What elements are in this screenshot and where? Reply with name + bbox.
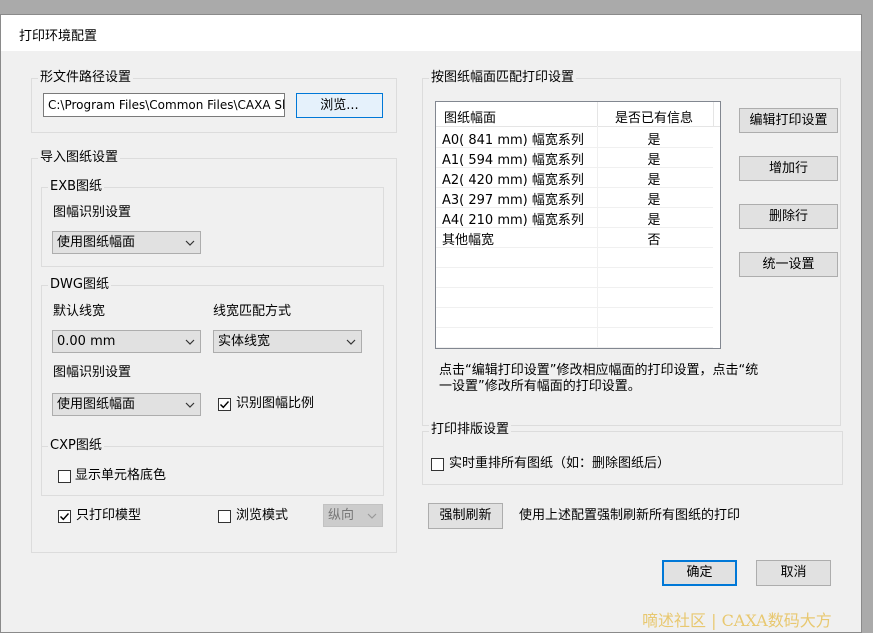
chevron-down-icon bbox=[367, 513, 377, 519]
dwg-frame-recog-label: 图幅识别设置 bbox=[53, 365, 132, 380]
recog-scale-label: 识别图幅比例 bbox=[236, 396, 315, 411]
paper-size-cell: A3( 297 mm) 幅宽系列 bbox=[442, 193, 584, 208]
paper-size-cell: A2( 420 mm) 幅宽系列 bbox=[442, 173, 584, 188]
empty-row bbox=[436, 267, 713, 288]
checkmark-icon bbox=[220, 401, 230, 409]
paper-size-cell: A1( 594 mm) 幅宽系列 bbox=[442, 153, 584, 168]
orientation-value: 纵向 bbox=[328, 508, 355, 523]
has-info-cell: 是 bbox=[647, 173, 661, 188]
title-bar: 打印环境配置 bbox=[1, 15, 861, 51]
orientation-select[interactable]: 纵向 bbox=[323, 504, 383, 527]
dwg-frame-recog-select[interactable]: 使用图纸幅面 bbox=[52, 393, 201, 416]
cxp-group-label: CXP图纸 bbox=[48, 438, 104, 454]
add-row-button[interactable]: 增加行 bbox=[739, 156, 838, 181]
only-print-model-checkbox[interactable] bbox=[58, 510, 71, 523]
default-linewidth-value: 0.00 mm bbox=[57, 334, 116, 349]
linewidth-match-select[interactable]: 实体线宽 bbox=[213, 330, 362, 353]
realtime-relayout-checkbox[interactable] bbox=[431, 458, 444, 471]
recog-scale-checkbox[interactable] bbox=[218, 398, 231, 411]
table-row[interactable]: A0( 841 mm) 幅宽系列 是 bbox=[436, 127, 713, 148]
has-info-cell: 是 bbox=[647, 153, 661, 168]
shape-path-input[interactable]: C:\Program Files\Common Files\CAXA Sh bbox=[43, 93, 285, 117]
force-refresh-description: 使用上述配置强制刷新所有图纸的打印 bbox=[519, 508, 741, 523]
match-hint-line1: 点击“编辑打印设置”修改相应幅面的打印设置，点击“统 bbox=[439, 363, 759, 378]
watermark: 嘀述社区 | CAXA数码大方 bbox=[642, 611, 832, 630]
default-linewidth-select[interactable]: 0.00 mm bbox=[52, 330, 201, 353]
only-print-model-label: 只打印模型 bbox=[76, 508, 142, 523]
dwg-group-label: DWG图纸 bbox=[48, 277, 111, 293]
cancel-button[interactable]: 取消 bbox=[756, 560, 831, 586]
exb-group-label: EXB图纸 bbox=[48, 179, 105, 195]
empty-row bbox=[436, 287, 713, 308]
table-row[interactable]: A2( 420 mm) 幅宽系列 是 bbox=[436, 167, 713, 188]
match-settings-group-label: 按图纸幅面匹配打印设置 bbox=[429, 70, 577, 86]
ok-button[interactable]: 确定 bbox=[662, 560, 737, 586]
empty-row bbox=[436, 327, 713, 348]
table-row[interactable]: A1( 594 mm) 幅宽系列 是 bbox=[436, 147, 713, 168]
delete-row-button[interactable]: 删除行 bbox=[739, 204, 838, 229]
exb-group bbox=[41, 187, 384, 267]
edit-print-settings-button[interactable]: 编辑打印设置 bbox=[739, 108, 838, 133]
column-header-has-info[interactable]: 是否已有信息 bbox=[598, 107, 710, 126]
realtime-relayout-label: 实时重排所有图纸（如：删除图纸后） bbox=[449, 456, 671, 471]
paper-size-cell: A4( 210 mm) 幅宽系列 bbox=[442, 213, 584, 228]
dwg-frame-recog-value: 使用图纸幅面 bbox=[57, 397, 136, 412]
layout-settings-group-label: 打印排版设置 bbox=[429, 422, 512, 438]
chevron-down-icon bbox=[346, 339, 356, 345]
table-row[interactable]: A3( 297 mm) 幅宽系列 是 bbox=[436, 187, 713, 208]
empty-row bbox=[436, 247, 713, 268]
default-linewidth-label: 默认线宽 bbox=[53, 304, 106, 319]
paper-size-cell: 其他幅宽 bbox=[442, 233, 495, 248]
table-row[interactable]: 其他幅宽 否 bbox=[436, 227, 713, 248]
linewidth-match-label: 线宽匹配方式 bbox=[213, 304, 292, 319]
print-environment-dialog: 打印环境配置 形文件路径设置 C:\Program Files\Common F… bbox=[0, 14, 862, 633]
has-info-cell: 是 bbox=[647, 133, 661, 148]
force-refresh-button[interactable]: 强制刷新 bbox=[428, 503, 503, 529]
column-divider bbox=[713, 102, 714, 126]
empty-row bbox=[436, 307, 713, 328]
table-row[interactable]: A4( 210 mm) 幅宽系列 是 bbox=[436, 207, 713, 228]
browse-mode-checkbox[interactable] bbox=[218, 510, 231, 523]
linewidth-match-value: 实体线宽 bbox=[218, 334, 271, 349]
has-info-cell: 否 bbox=[647, 233, 661, 248]
chevron-down-icon bbox=[185, 240, 195, 246]
has-info-cell: 是 bbox=[647, 213, 661, 228]
show-cell-bg-checkbox[interactable] bbox=[58, 470, 71, 483]
match-hint-line2: 一设置”修改所有幅面的打印设置。 bbox=[439, 379, 641, 394]
shape-path-group-label: 形文件路径设置 bbox=[38, 70, 134, 86]
unify-settings-button[interactable]: 统一设置 bbox=[739, 252, 838, 277]
import-settings-group-label: 导入图纸设置 bbox=[38, 150, 121, 166]
exb-frame-recog-value: 使用图纸幅面 bbox=[57, 235, 136, 250]
has-info-cell: 是 bbox=[647, 193, 661, 208]
paper-size-cell: A0( 841 mm) 幅宽系列 bbox=[442, 133, 584, 148]
dialog-title: 打印环境配置 bbox=[19, 29, 98, 44]
exb-frame-recog-select[interactable]: 使用图纸幅面 bbox=[52, 231, 201, 254]
chevron-down-icon bbox=[185, 339, 195, 345]
checkmark-icon bbox=[60, 513, 70, 521]
browse-button[interactable]: 浏览... bbox=[296, 93, 383, 118]
show-cell-bg-label: 显示单元格底色 bbox=[75, 468, 167, 483]
column-header-size[interactable]: 图纸幅面 bbox=[444, 107, 496, 126]
paper-size-table: 图纸幅面 是否已有信息 A0( 841 mm) 幅宽系列是 A1( 594 mm)… bbox=[435, 101, 721, 349]
exb-frame-recog-label: 图幅识别设置 bbox=[53, 205, 132, 220]
browse-mode-label: 浏览模式 bbox=[236, 508, 289, 523]
table-header: 图纸幅面 是否已有信息 bbox=[436, 102, 720, 127]
chevron-down-icon bbox=[185, 402, 195, 408]
